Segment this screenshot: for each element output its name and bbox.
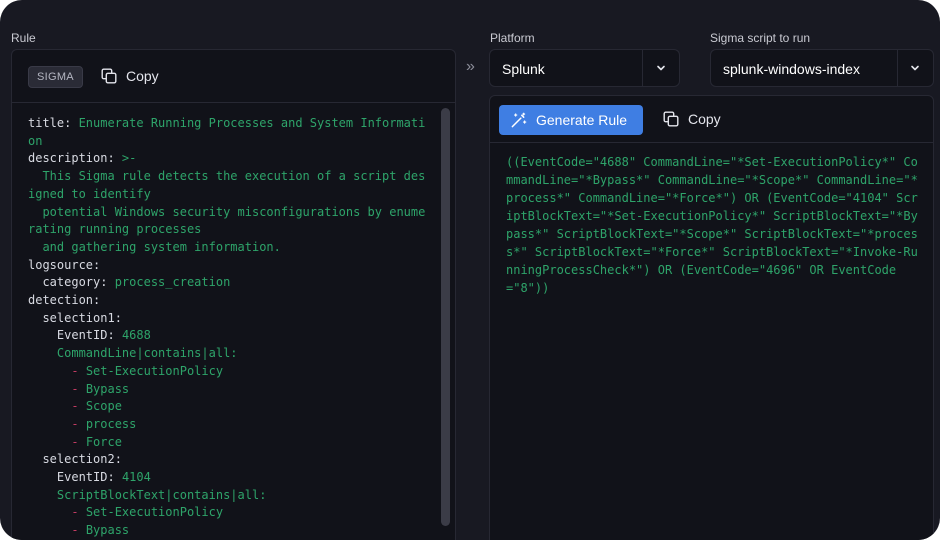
chevron-down-icon [657,65,665,71]
code-token: detection: [28,293,101,308]
code-token: - [28,363,86,378]
code-token: - [28,523,86,538]
sigma-badge: SIGMA [28,66,83,88]
script-select[interactable]: splunk-windows-index [710,49,934,87]
double-chevron-right-icon: » [466,58,475,75]
code-token: - [28,434,86,449]
script-label: Sigma script to run [710,31,811,45]
code-line: title: Enumerate Running Processes and S… [28,115,428,150]
code-line: selection2: [28,451,428,469]
code-token: CommandLine|contains|all: [28,346,238,361]
rule-copy-label: Copy [126,68,159,84]
code-line: - process [28,416,428,434]
output-copy-button[interactable]: Copy [663,111,721,127]
code-token: EventID: [28,470,122,485]
code-token: Bypass [85,523,130,538]
rule-panel-header: SIGMA Copy [12,50,455,103]
code-line: EventID: 4104 [28,469,428,487]
code-token: and gathering system information. [28,239,281,254]
code-token: selection2: [28,452,122,467]
magic-wand-icon [511,112,527,127]
platform-label: Platform [490,31,535,45]
code-line: description: >- [28,150,428,168]
code-line: EventID: 4688 [28,327,428,345]
generate-rule-label: Generate Rule [536,112,628,128]
code-token: - [28,416,86,431]
code-token: Bypass [85,381,130,396]
chevron-down-icon [911,65,919,71]
code-line: - Scope [28,398,428,416]
code-line: - Bypass [28,522,428,540]
code-line: - Force [28,434,428,452]
generate-rule-button[interactable]: Generate Rule [499,105,643,135]
code-token: title: [28,116,79,130]
code-token: This Sigma rule detects the execution of… [28,169,426,201]
code-token: Set-ExecutionPolicy [85,505,224,520]
code-token: - [28,505,86,520]
code-token: - [28,381,86,396]
code-line: category: process_creation [28,274,428,292]
code-line: ScriptBlockText|contains|all: [28,487,428,505]
code-line: detection: [28,292,428,310]
output-panel: Generate Rule Copy ((EventCode="4688" Co… [489,95,934,540]
code-line: - Bypass [28,381,428,399]
platform-select-divider [642,50,643,86]
code-token: Force [85,434,122,449]
code-token: description: [28,151,122,166]
code-token: potential Windows security misconfigurat… [28,204,426,237]
platform-select-value: Splunk [502,61,545,77]
code-token: ScriptBlockText|contains|all: [28,487,267,502]
code-line: This Sigma rule detects the execution of… [28,168,428,203]
code-token: 4688 [121,328,151,343]
code-line: logsource: [28,257,428,275]
code-token: Enumerate Running Processes and System I… [28,116,426,148]
code-token: >- [121,151,137,166]
code-line: CommandLine|contains|all: [28,345,428,363]
rule-scrollbar-thumb[interactable] [441,108,450,526]
code-token: logsource: [28,257,101,272]
code-line: and gathering system information. [28,239,428,257]
output-panel-header: Generate Rule Copy [490,96,933,143]
code-token: - [28,399,86,414]
rule-label: Rule [11,31,36,45]
code-token: EventID: [28,328,122,343]
script-select-value: splunk-windows-index [723,61,860,77]
code-token: process [85,416,137,431]
output-copy-label: Copy [688,111,721,127]
code-line: potential Windows security misconfigurat… [28,204,428,239]
script-select-divider [897,50,898,86]
code-line: - Set-ExecutionPolicy [28,504,428,522]
rule-panel: SIGMA Copy title: Enumerate Running Proc… [11,49,456,540]
platform-select[interactable]: Splunk [489,49,680,87]
copy-icon [663,111,679,127]
code-token: Scope [85,399,122,414]
code-line: - Set-ExecutionPolicy [28,363,428,381]
code-line: selection1: [28,310,428,328]
code-token: process_creation [114,275,231,290]
rule-copy-button[interactable]: Copy [101,68,159,84]
rule-code-editor[interactable]: title: Enumerate Running Processes and S… [28,115,428,540]
code-token: category: [28,275,115,290]
app-window: Rule SIGMA Copy title: Enumerate Running… [0,0,940,540]
code-token: Set-ExecutionPolicy [85,363,224,378]
copy-icon [101,68,117,84]
code-token: selection1: [28,310,122,325]
generated-query: ((EventCode="4688" CommandLine="*Set-Exe… [506,155,918,295]
code-token: 4104 [121,470,151,485]
